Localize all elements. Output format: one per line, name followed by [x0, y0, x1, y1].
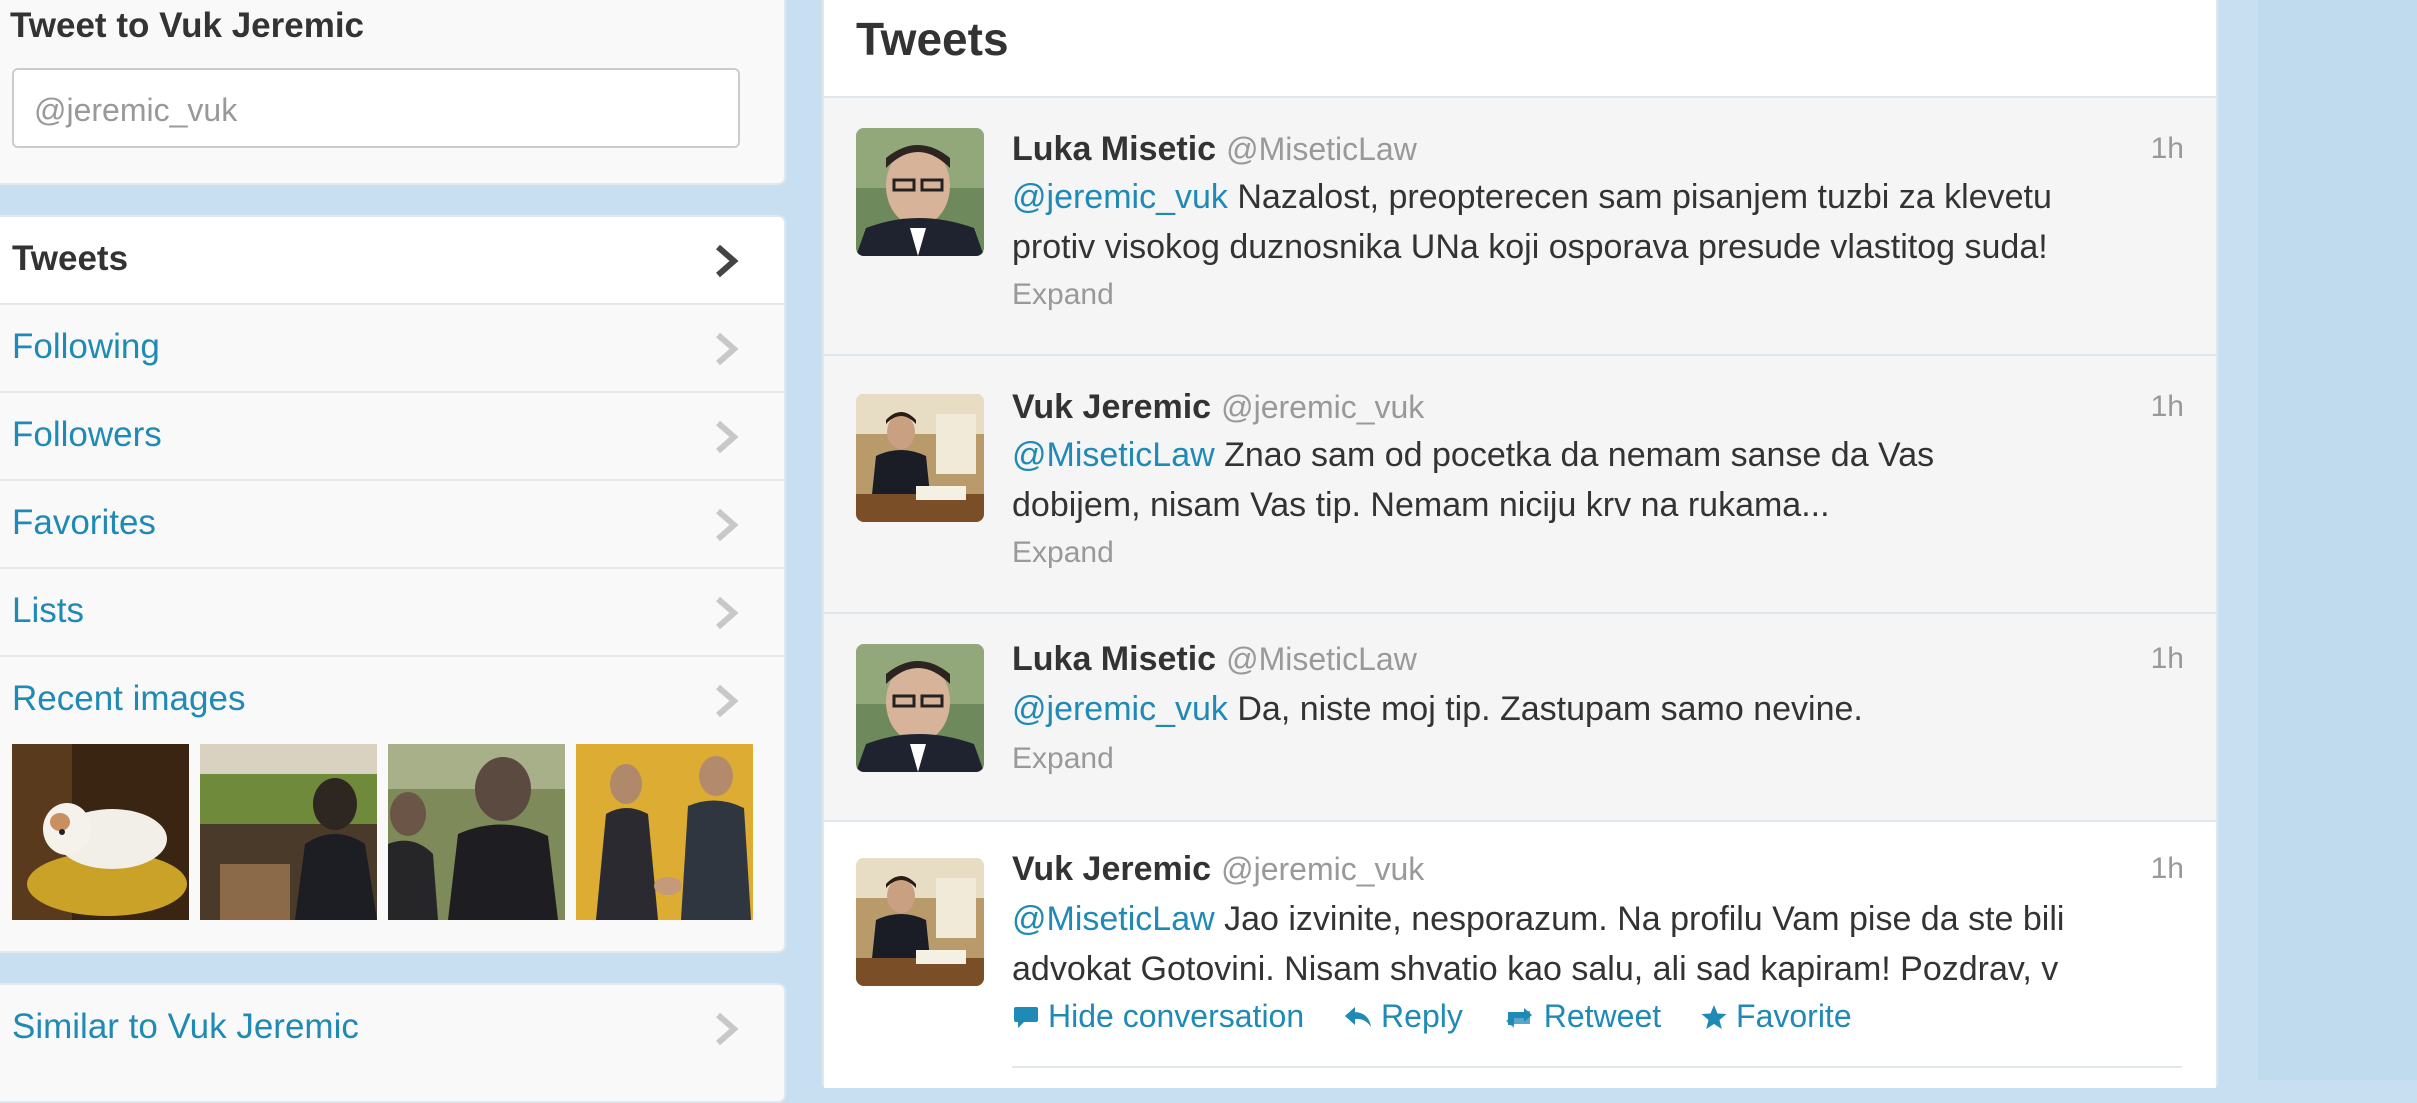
- tweet-author[interactable]: Vuk Jeremic @jeremic_vuk: [1012, 850, 1424, 889]
- tweet-to-title: Tweet to Vuk Jeremic: [10, 6, 365, 45]
- tweet[interactable]: Vuk Jeremic @jeremic_vuk 1h @MiseticLaw J…: [824, 822, 2216, 1088]
- chevron-right-icon: [716, 420, 739, 454]
- tweet-author[interactable]: Luka Misetic @MiseticLaw: [1012, 130, 1417, 169]
- tweet-text-line: dobijem, nisam Vas tip. Nemam niciju krv…: [1012, 486, 1830, 524]
- author-handle: @MiseticLaw: [1226, 641, 1417, 677]
- chevron-right-icon: [716, 1012, 739, 1046]
- similar-to-card: Similar to Vuk Jeremic: [0, 983, 786, 1103]
- tweet-text-line: Nazalost, preopterecen sam pisanjem tuzb…: [1227, 178, 2052, 216]
- mention-link[interactable]: @MiseticLaw: [1012, 900, 1215, 938]
- tweet-timestamp[interactable]: 1h: [2151, 642, 2184, 676]
- expand-link[interactable]: Expand: [1012, 742, 1114, 776]
- avatar[interactable]: [856, 394, 984, 522]
- tweet[interactable]: Luka Misetic @MiseticLaw 1h @jeremic_vuk …: [824, 98, 2216, 356]
- tweets-timeline: Tweets Luka Misetic @MiseticLaw 1h @jerem…: [822, 0, 2218, 1088]
- retweet-label: Retweet: [1543, 998, 1662, 1034]
- author-name: Luka Misetic: [1012, 640, 1217, 678]
- tweet-text-line: Znao sam od pocetka da nemam sanse da Va…: [1214, 436, 1935, 474]
- tweet-to-card: Tweet to Vuk Jeremic @jeremic_vuk: [0, 0, 786, 185]
- reply-label: Reply: [1381, 998, 1463, 1034]
- speech-bubble-icon: [1014, 1007, 1038, 1028]
- recent-image-thumbnail[interactable]: [388, 744, 565, 920]
- mention-link[interactable]: @MiseticLaw: [1012, 436, 1215, 474]
- author-handle: @jeremic_vuk: [1221, 851, 1425, 887]
- mention-link[interactable]: @jeremic_vuk: [1012, 178, 1228, 216]
- author-handle: @jeremic_vuk: [1221, 389, 1425, 425]
- tweet-author[interactable]: Vuk Jeremic @jeremic_vuk: [1012, 388, 1424, 427]
- author-name: Vuk Jeremic: [1012, 388, 1212, 426]
- timeline-title: Tweets: [856, 13, 1009, 65]
- tweet-to-input[interactable]: @jeremic_vuk: [12, 68, 740, 148]
- tweet-text-line: protiv visokog duznosnika UNa koji ospor…: [1012, 228, 2048, 266]
- similar-to-link[interactable]: Similar to Vuk Jeremic: [0, 985, 784, 1073]
- tweet-author[interactable]: Luka Misetic @MiseticLaw: [1012, 640, 1417, 679]
- tweet-actions: Hide conversation Reply Retweet Favorite: [1012, 998, 1882, 1035]
- chevron-right-icon: [716, 244, 739, 278]
- recent-image-thumbnail[interactable]: [12, 744, 189, 920]
- nav-item-tweets[interactable]: Tweets: [0, 217, 784, 305]
- tweet-text-line: advokat Gotovini. Nisam shvatio kao salu…: [1012, 950, 2059, 988]
- author-handle: @MiseticLaw: [1226, 131, 1417, 167]
- nav-item-label: Lists: [12, 591, 84, 630]
- expand-link[interactable]: Expand: [1012, 536, 1114, 570]
- nav-item-following[interactable]: Following: [0, 305, 784, 393]
- nav-item-recent-images[interactable]: Recent images: [0, 657, 784, 745]
- tweet-text: @jeremic_vuk Nazalost, preopterecen sam …: [1012, 172, 2182, 272]
- avatar[interactable]: [856, 644, 984, 772]
- retweet-button[interactable]: Retweet: [1502, 998, 1661, 1035]
- hide-conversation-button[interactable]: Hide conversation: [1012, 998, 1304, 1035]
- tweet-text: @MiseticLaw Jao izvinite, nesporazum. Na…: [1012, 894, 2182, 994]
- recent-images-strip: [12, 744, 753, 920]
- nav-item-lists[interactable]: Lists: [0, 569, 784, 657]
- tweet-timestamp[interactable]: 1h: [2151, 132, 2184, 166]
- nav-item-label: Favorites: [12, 503, 156, 542]
- hide-conversation-label: Hide conversation: [1048, 998, 1305, 1034]
- tweet[interactable]: Luka Misetic @MiseticLaw 1h @jeremic_vuk …: [824, 614, 2216, 822]
- reply-button[interactable]: Reply: [1343, 998, 1463, 1035]
- profile-nav: Tweets Following Followers Favorites Lis…: [0, 215, 786, 953]
- tweet-text: @MiseticLaw Znao sam od pocetka da nemam…: [1012, 430, 2182, 530]
- tweet[interactable]: Vuk Jeremic @jeremic_vuk 1h @MiseticLaw Z…: [824, 356, 2216, 614]
- favorite-button[interactable]: Favorite: [1700, 998, 1852, 1035]
- star-icon: [1701, 1005, 1727, 1029]
- conversation-divider: [1012, 1066, 2182, 1068]
- mention-link[interactable]: @jeremic_vuk: [1012, 690, 1228, 728]
- tweet-text: @jeremic_vuk Da, niste moj tip. Zastupam…: [1012, 684, 2182, 734]
- nav-item-favorites[interactable]: Favorites: [0, 481, 784, 569]
- nav-item-label: Following: [12, 327, 160, 366]
- recent-image-thumbnail[interactable]: [200, 744, 377, 920]
- chevron-right-icon: [716, 684, 739, 718]
- timeline-header: Tweets: [824, 0, 2216, 98]
- favorite-label: Favorite: [1736, 998, 1852, 1034]
- retweet-icon: [1505, 1008, 1532, 1028]
- recent-image-thumbnail[interactable]: [576, 744, 753, 920]
- page-background-strip: [2258, 0, 2417, 1080]
- chevron-right-icon: [716, 332, 739, 366]
- tweet-timestamp[interactable]: 1h: [2151, 390, 2184, 424]
- nav-item-label: Followers: [12, 415, 162, 454]
- nav-item-followers[interactable]: Followers: [0, 393, 784, 481]
- expand-link[interactable]: Expand: [1012, 278, 1114, 312]
- nav-item-label: Tweets: [12, 239, 129, 278]
- author-name: Vuk Jeremic: [1012, 850, 1212, 888]
- author-name: Luka Misetic: [1012, 130, 1217, 168]
- chevron-right-icon: [716, 508, 739, 542]
- avatar[interactable]: [856, 858, 984, 986]
- reply-arrow-icon: [1345, 1007, 1372, 1027]
- tweet-text-line: Da, niste moj tip. Zastupam samo nevine.: [1227, 690, 1863, 728]
- avatar[interactable]: [856, 128, 984, 256]
- nav-item-label: Recent images: [12, 679, 246, 718]
- chevron-right-icon: [716, 596, 739, 630]
- tweet-timestamp[interactable]: 1h: [2151, 852, 2184, 886]
- tweet-text-line: Jao izvinite, nesporazum. Na profilu Vam…: [1214, 900, 2065, 938]
- similar-to-label: Similar to Vuk Jeremic: [12, 1007, 359, 1046]
